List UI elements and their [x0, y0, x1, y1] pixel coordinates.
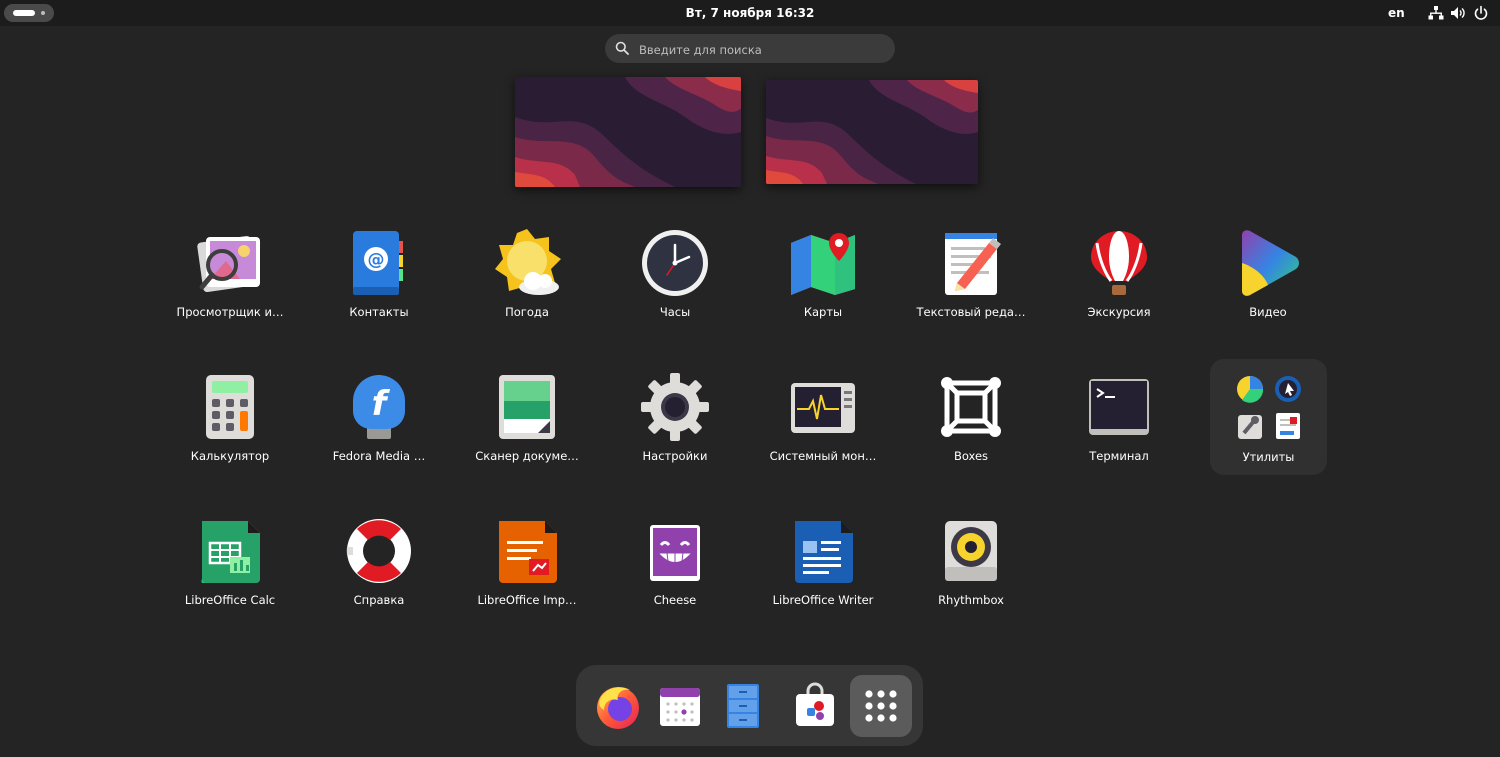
folder-utilities[interactable]: Утилиты: [1210, 359, 1327, 475]
app-label: LibreOffice Imp…: [477, 593, 577, 607]
app-label: Справка: [353, 593, 405, 607]
app-libreoffice-calc[interactable]: LibreOffice Calc: [157, 509, 303, 619]
settings-gear-icon: [641, 373, 709, 441]
app-help[interactable]: Справка: [306, 509, 452, 619]
app-label: Экскурсия: [1087, 305, 1151, 319]
search-bar[interactable]: [605, 34, 895, 63]
app-system-monitor[interactable]: Системный мон…: [750, 365, 896, 475]
folder-label: Утилиты: [1242, 450, 1295, 464]
app-document-scanner[interactable]: Сканер докуме…: [454, 365, 600, 475]
fedora-media-writer-icon: f: [353, 375, 405, 439]
app-label: Контакты: [349, 305, 409, 319]
firefox-icon: [597, 687, 639, 729]
video-player-icon: [1242, 230, 1299, 296]
workspace-thumbnail-2[interactable]: [766, 80, 978, 184]
network-wired-icon[interactable]: [1428, 5, 1444, 21]
rhythmbox-icon: [945, 521, 997, 581]
app-contacts[interactable]: @ Контакты: [306, 221, 452, 331]
app-label: LibreOffice Calc: [184, 593, 276, 607]
image-viewer-icon: [197, 236, 260, 292]
search-icon: [615, 41, 629, 55]
app-label: Boxes: [953, 449, 989, 463]
dock-files[interactable]: [712, 675, 774, 737]
app-clocks[interactable]: Часы: [602, 221, 748, 331]
top-bar: Вт, 7 ноября 16:32 en: [0, 0, 1500, 26]
utilities-folder-icon: [1237, 376, 1301, 439]
app-label: LibreOffice Writer: [772, 593, 874, 607]
libreoffice-writer-icon: [795, 521, 853, 583]
app-fedora-media-writer[interactable]: f Fedora Media …: [306, 365, 452, 475]
app-label: Видео: [1249, 305, 1287, 319]
app-libreoffice-impress[interactable]: LibreOffice Imp…: [454, 509, 600, 619]
workspace-thumbnail-1[interactable]: [515, 77, 741, 187]
keyboard-language[interactable]: en: [1388, 0, 1405, 26]
app-boxes[interactable]: Boxes: [898, 365, 1044, 475]
app-text-editor[interactable]: Текстовый реда…: [898, 221, 1044, 331]
power-icon[interactable]: [1473, 5, 1489, 21]
app-label: Cheese: [653, 593, 697, 607]
activities-indicator[interactable]: [4, 4, 54, 22]
workspace-dot: [41, 11, 45, 15]
app-calculator[interactable]: Калькулятор: [157, 365, 303, 475]
tour-balloon-icon: [1091, 231, 1147, 295]
app-label: Погода: [505, 305, 549, 319]
dock-show-apps[interactable]: [850, 675, 912, 737]
help-lifebuoy-icon: [346, 519, 411, 583]
document-scanner-icon: [499, 375, 555, 439]
app-label: Калькулятор: [190, 449, 270, 463]
svg-text:@: @: [368, 250, 385, 270]
app-label: Карты: [803, 305, 843, 319]
calculator-icon: [206, 375, 254, 439]
search-input[interactable]: [637, 39, 881, 60]
libreoffice-impress-icon: [499, 521, 557, 583]
boxes-icon: [941, 377, 1001, 437]
text-editor-icon: [945, 233, 1001, 295]
app-weather[interactable]: Погода: [454, 221, 600, 331]
system-monitor-icon: [791, 383, 855, 433]
dock-software[interactable]: [784, 675, 846, 737]
app-libreoffice-writer[interactable]: LibreOffice Writer: [750, 509, 896, 619]
maps-icon: [791, 233, 855, 295]
app-maps[interactable]: Карты: [750, 221, 896, 331]
dash-dock: [576, 665, 923, 746]
clock-icon: [642, 230, 708, 296]
app-label: Fedora Media …: [332, 449, 426, 463]
weather-icon: [495, 229, 561, 295]
contacts-icon: @: [353, 231, 403, 295]
app-rhythmbox[interactable]: Rhythmbox: [898, 509, 1044, 619]
software-store-icon: [796, 682, 834, 726]
date-time[interactable]: Вт, 7 ноября 16:32: [686, 6, 815, 20]
app-label: Сканер докуме…: [475, 449, 579, 463]
calendar-icon: [660, 688, 700, 726]
app-image-viewer[interactable]: Просмотрщик и…: [157, 221, 303, 331]
app-tour[interactable]: Экскурсия: [1046, 221, 1192, 331]
libreoffice-calc-icon: [201, 521, 260, 583]
active-workspace-pill: [13, 10, 35, 16]
app-label: Настройки: [642, 449, 708, 463]
app-label: Rhythmbox: [938, 593, 1004, 607]
app-label: Текстовый реда…: [916, 305, 1026, 319]
app-videos[interactable]: Видео: [1195, 221, 1341, 331]
files-icon: [727, 684, 759, 728]
show-apps-grid-icon: [865, 690, 897, 722]
terminal-icon: [1089, 379, 1149, 435]
app-cheese[interactable]: Cheese: [602, 509, 748, 619]
app-terminal[interactable]: Терминал: [1046, 365, 1192, 475]
app-label: Системный мон…: [769, 449, 877, 463]
app-label: Терминал: [1089, 449, 1149, 463]
app-settings[interactable]: Настройки: [602, 365, 748, 475]
dock-firefox[interactable]: [587, 675, 649, 737]
volume-icon[interactable]: [1450, 5, 1466, 21]
app-label: Часы: [659, 305, 691, 319]
app-label: Просмотрщик и…: [176, 305, 284, 319]
cheese-icon: [650, 525, 700, 581]
dock-calendar[interactable]: [649, 675, 711, 737]
